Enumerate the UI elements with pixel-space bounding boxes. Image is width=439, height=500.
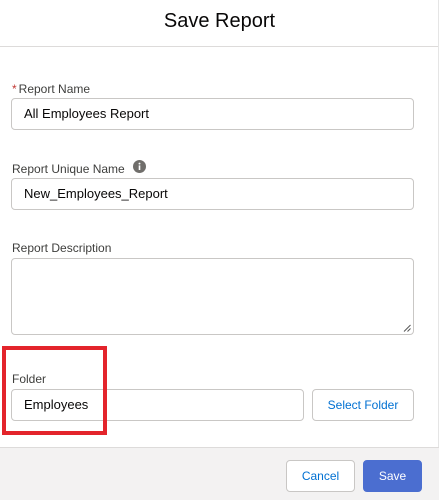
save-report-modal: Save Report * Report Name All Employees R… [0,0,439,500]
resize-grip-icon[interactable] [403,324,411,332]
modal-title: Save Report [163,10,276,32]
highlight-annotation [2,346,107,435]
cancel-button[interactable]: Cancel [286,460,355,492]
report-name-label-text: Report Name [18,82,91,96]
report-unique-name-input[interactable]: New_Employees_Report [11,178,414,210]
report-description-label: Report Description [12,241,112,255]
report-unique-name-label: Report Unique Name [12,162,125,176]
select-folder-button[interactable]: Select Folder [312,389,414,421]
save-button[interactable]: Save [363,460,422,492]
required-marker: * [12,82,17,96]
info-icon[interactable] [133,160,146,173]
report-name-label: * Report Name [12,82,90,96]
modal-footer: Cancel Save [0,447,439,500]
report-description-textarea[interactable] [11,258,414,335]
modal-header: Save Report [0,0,439,47]
report-name-input[interactable]: All Employees Report [11,98,414,130]
